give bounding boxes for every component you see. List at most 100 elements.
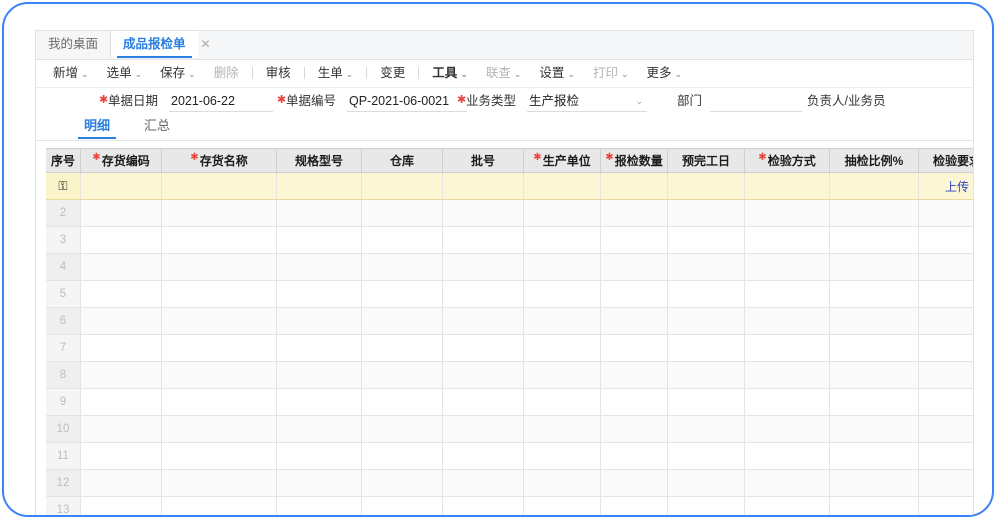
grid-cell[interactable] [744, 253, 830, 281]
grid-cell[interactable] [667, 496, 745, 515]
grid-cell[interactable] [276, 388, 362, 416]
grid-cell[interactable] [80, 388, 162, 416]
row-number-cell[interactable]: 10 [46, 415, 81, 443]
grid-cell[interactable] [667, 469, 745, 497]
grid-cell[interactable] [361, 415, 443, 443]
grid-cell[interactable] [80, 415, 162, 443]
grid-cell[interactable] [80, 280, 162, 308]
grid-cell[interactable] [918, 415, 973, 443]
grid-cell[interactable] [442, 388, 524, 416]
grid-column-header-11[interactable]: 检验要求 [918, 148, 973, 173]
row-number-cell[interactable]: 5 [46, 280, 81, 308]
grid-cell[interactable] [80, 172, 162, 200]
grid-cell[interactable] [829, 415, 919, 443]
grid-column-header-7[interactable]: ✱报检数量 [600, 148, 668, 173]
row-number-cell[interactable]: 7 [46, 334, 81, 362]
grid-cell[interactable] [667, 280, 745, 308]
window-tab-inspection-form[interactable]: 成品报检单 [110, 31, 198, 58]
row-number-cell[interactable]: 11 [46, 442, 81, 470]
grid-cell[interactable] [442, 307, 524, 335]
grid-cell[interactable] [442, 469, 524, 497]
table-row[interactable]: 2 [46, 199, 973, 227]
grid-cell[interactable] [161, 415, 277, 443]
toolbar-button-9[interactable]: 变更 [371, 60, 414, 87]
toolbar-button-1[interactable]: 选单 ⌄ [98, 60, 152, 87]
grid-cell[interactable]: 上传 [918, 172, 973, 200]
grid-cell[interactable] [276, 199, 362, 227]
grid-cell[interactable] [361, 334, 443, 362]
grid-cell[interactable] [744, 415, 830, 443]
grid-cell[interactable] [600, 334, 668, 362]
grid-cell[interactable] [161, 280, 277, 308]
grid-cell[interactable] [161, 253, 277, 281]
table-row[interactable]: 3 [46, 226, 973, 254]
grid-cell[interactable] [600, 172, 668, 200]
grid-cell[interactable] [161, 172, 277, 200]
upload-link[interactable]: 上传 [945, 180, 969, 194]
grid-cell[interactable] [600, 442, 668, 470]
grid-cell[interactable] [523, 172, 601, 200]
grid-cell[interactable] [442, 199, 524, 227]
grid-cell[interactable] [442, 334, 524, 362]
grid-cell[interactable] [600, 226, 668, 254]
grid-cell[interactable] [829, 280, 919, 308]
grid-cell[interactable] [80, 253, 162, 281]
grid-cell[interactable] [161, 199, 277, 227]
grid-cell[interactable] [161, 361, 277, 389]
grid-column-header-2[interactable]: ✱存货名称 [161, 148, 277, 173]
grid-cell[interactable] [276, 334, 362, 362]
grid-cell[interactable] [523, 253, 601, 281]
grid-cell[interactable] [667, 361, 745, 389]
form-field-input[interactable] [710, 91, 802, 112]
grid-cell[interactable] [442, 496, 524, 515]
grid-cell[interactable] [523, 199, 601, 227]
grid-cell[interactable] [80, 199, 162, 227]
row-number-cell[interactable]: 13 [46, 496, 81, 515]
row-number-cell[interactable]: 6 [46, 307, 81, 335]
grid-cell[interactable] [523, 388, 601, 416]
toolbar-button-7[interactable]: 生单 ⌄ [309, 60, 363, 87]
grid-cell[interactable] [523, 361, 601, 389]
grid-cell[interactable] [523, 307, 601, 335]
grid-cell[interactable] [918, 226, 973, 254]
grid-cell[interactable] [361, 172, 443, 200]
grid-cell[interactable] [918, 496, 973, 515]
grid-cell[interactable] [361, 226, 443, 254]
grid-cell[interactable] [161, 307, 277, 335]
grid-cell[interactable] [918, 388, 973, 416]
grid-cell[interactable] [829, 253, 919, 281]
grid-cell[interactable] [829, 199, 919, 227]
table-row[interactable]: ⚿ 上传 [46, 172, 973, 200]
form-field-input[interactable]: QP-2021-06-0021 [347, 91, 467, 112]
grid-cell[interactable] [80, 496, 162, 515]
grid-column-header-10[interactable]: 抽检比例% [829, 148, 919, 173]
grid-cell[interactable] [829, 469, 919, 497]
grid-cell[interactable] [744, 442, 830, 470]
grid-cell[interactable] [361, 307, 443, 335]
grid-cell[interactable] [361, 199, 443, 227]
grid-cell[interactable] [744, 334, 830, 362]
grid-cell[interactable] [600, 280, 668, 308]
grid-cell[interactable] [744, 361, 830, 389]
grid-cell[interactable] [918, 280, 973, 308]
grid-cell[interactable] [744, 469, 830, 497]
grid-cell[interactable] [523, 280, 601, 308]
tab-detail[interactable]: 明细 [78, 116, 117, 139]
grid-cell[interactable] [80, 334, 162, 362]
toolbar-button-11[interactable]: 工具 ⌄ [423, 60, 477, 87]
grid-cell[interactable] [442, 226, 524, 254]
grid-cell[interactable] [918, 253, 973, 281]
grid-cell[interactable] [442, 253, 524, 281]
row-number-cell[interactable]: 8 [46, 361, 81, 389]
close-icon[interactable]: ✕ [198, 31, 214, 58]
grid-column-header-5[interactable]: 批号 [442, 148, 524, 173]
grid-cell[interactable] [161, 496, 277, 515]
grid-cell[interactable] [667, 199, 745, 227]
grid-cell[interactable] [744, 280, 830, 308]
grid-cell[interactable] [667, 172, 745, 200]
grid-column-header-0[interactable]: 序号 [46, 148, 81, 173]
grid-cell[interactable] [744, 172, 830, 200]
grid-cell[interactable] [600, 307, 668, 335]
grid-cell[interactable] [161, 388, 277, 416]
grid-cell[interactable] [80, 361, 162, 389]
